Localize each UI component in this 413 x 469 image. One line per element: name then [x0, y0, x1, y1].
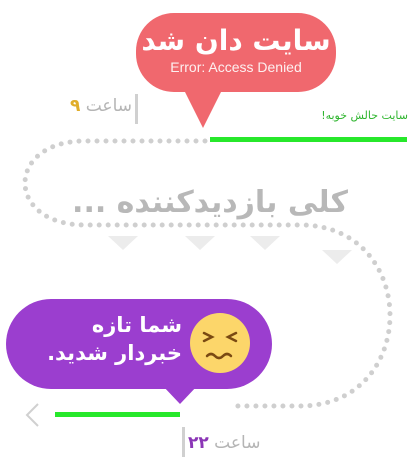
purple-bubble-tail: [162, 385, 198, 404]
top-bubble-tail: [184, 90, 222, 128]
time-start: ساعت ۹: [40, 96, 132, 116]
top-bubble-content: سایت دان شد Error: Access Denied: [141, 24, 331, 76]
time-end-label: ساعت: [214, 433, 261, 453]
purple-line-2: خبردار شدید.: [47, 341, 182, 365]
time-end: ساعت ۲۲: [188, 433, 288, 453]
down-arrow-1: [108, 236, 138, 250]
purple-bubble-content: شما تازه خبردار شدید.: [22, 311, 182, 367]
site-down-title: سایت دان شد: [141, 24, 331, 57]
time-start-label: ساعت: [85, 96, 132, 116]
green-bar-top: [210, 137, 407, 142]
separator-bottom: [182, 427, 185, 457]
chevron-left-icon: [25, 403, 39, 427]
down-arrow-4: [322, 250, 352, 264]
down-arrow-3: [250, 236, 280, 250]
time-end-hour: ۲۲: [188, 433, 209, 453]
face-with-closed-eyes-icon: [190, 313, 250, 373]
green-bar-bottom: [55, 412, 180, 417]
error-message: Error: Access Denied: [170, 59, 302, 75]
separator-top: [135, 94, 138, 124]
visitors-text: کلی بازدیدکننده ...: [72, 185, 348, 220]
time-start-hour: ۹: [69, 96, 81, 116]
down-arrow-2: [185, 236, 215, 250]
purple-line-1: شما تازه: [91, 313, 182, 337]
status-ok-text: سایت حالش خوبه!: [321, 109, 408, 122]
